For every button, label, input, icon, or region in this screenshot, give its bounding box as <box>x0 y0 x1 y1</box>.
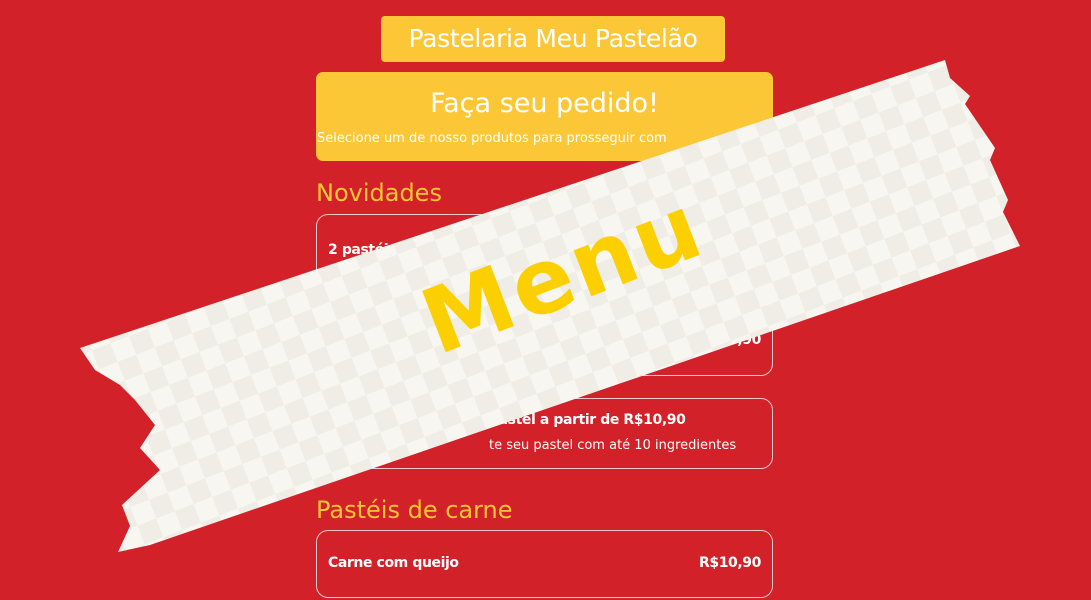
order-subtitle: Selecione um de nosso produtos para pros… <box>317 131 667 146</box>
section-title-carne: Pastéis de carne <box>316 496 513 524</box>
menu-item-name: 2 pastéi <box>328 242 389 258</box>
menu-item-card[interactable]: Carne com queijo R$10,90 <box>316 530 773 598</box>
section-title-novidades: Novidades <box>316 179 442 207</box>
menu-item-price: ,90 <box>737 332 761 348</box>
menu-item-description: te seu pastel com até 10 ingredientes <box>489 438 737 453</box>
menu-item-name: Carne com queijo <box>328 555 459 571</box>
menu-item-name: pastel a partir de R$10,90 <box>489 412 686 428</box>
shop-title: Pastelaria Meu Pastelão <box>381 16 725 62</box>
order-banner: Faça seu pedido! Selecione um de nosso p… <box>316 72 773 161</box>
menu-item-price: R$10,90 <box>698 555 761 571</box>
order-heading: Faça seu pedido! <box>430 88 659 119</box>
menu-item-card[interactable]: pastel a partir de R$10,90 te seu pastel… <box>316 398 773 469</box>
